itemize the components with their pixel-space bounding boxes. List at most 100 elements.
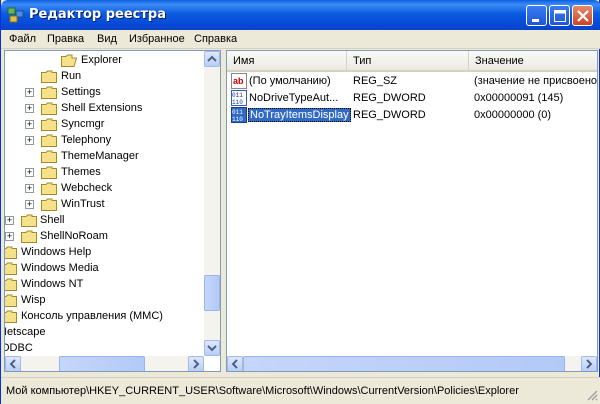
folder-icon (21, 214, 37, 227)
maximize-icon (554, 10, 566, 22)
folder-icon (41, 198, 57, 211)
tree-item-label: ThemeManager (61, 150, 139, 162)
svg-text:110: 110 (232, 116, 243, 123)
scroll-up-button[interactable] (204, 51, 220, 67)
folder-icon (21, 230, 37, 243)
tree-item-label: ShellNoRoam (40, 230, 108, 242)
regedit-icon (7, 7, 24, 23)
close-button[interactable] (572, 5, 593, 26)
list-horizontal-scrollbar[interactable] (227, 356, 597, 371)
svg-text:110: 110 (232, 99, 243, 106)
expand-toggle[interactable]: + (25, 136, 34, 145)
svg-text:011: 011 (232, 109, 243, 116)
tree-horizontal-scrollbar[interactable] (5, 356, 204, 371)
folder-icon (5, 262, 17, 275)
folder-icon (5, 246, 17, 259)
open-folder-icon (61, 54, 77, 67)
value-row[interactable]: ab (По умолчанию) REG_SZ (значение не пр… (231, 73, 598, 90)
tree-item-label: Netscape (5, 326, 46, 338)
column-header-name[interactable]: Имя (227, 51, 347, 72)
value-row-selected[interactable]: 011 110 NoTrayItemsDisplay REG_DWORD 0x0… (231, 107, 597, 124)
value-data: 0x00000091 (145) (474, 92, 564, 104)
binary-value-icon: 011 110 (231, 90, 247, 106)
svg-text:011: 011 (232, 92, 243, 99)
value-name: NoTrayItemsDisplay (248, 108, 351, 122)
value-type: REG_DWORD (353, 92, 426, 104)
menu-view[interactable]: Вид (97, 33, 117, 45)
scroll-thumb[interactable] (243, 356, 565, 371)
tree-item-label: Shell (40, 214, 65, 226)
status-bar: Мой компьютер\HKEY_CURRENT_USER\Software… (1, 377, 600, 404)
folder-icon (41, 182, 57, 195)
expand-toggle[interactable]: + (25, 120, 34, 129)
folder-icon (5, 294, 17, 307)
scroll-thumb[interactable] (59, 356, 145, 371)
tree-vertical-scrollbar[interactable] (204, 51, 220, 356)
chevron-right-icon (586, 359, 593, 369)
expand-toggle[interactable]: + (25, 168, 34, 177)
folder-icon (41, 102, 57, 115)
menu-file[interactable]: Файл (9, 33, 36, 45)
folder-icon (41, 118, 57, 131)
value-name: (По умолчанию) (249, 75, 331, 87)
value-type: REG_SZ (353, 75, 398, 87)
expand-toggle[interactable]: + (5, 232, 14, 241)
tree-item-label: Themes (61, 166, 101, 178)
scroll-down-button[interactable] (204, 340, 220, 356)
folder-icon (41, 150, 57, 163)
folder-icon (41, 86, 57, 99)
value-row[interactable]: 011 110 NoDriveTypeAut... REG_DWORD 0x00… (231, 90, 597, 107)
scroll-right-button[interactable] (188, 356, 204, 371)
resize-grip-icon[interactable] (586, 389, 598, 401)
binary-value-icon: 011 110 (231, 107, 247, 123)
scroll-left-button[interactable] (227, 356, 243, 371)
menu-edit[interactable]: Правка (47, 33, 84, 45)
expand-toggle[interactable]: + (25, 104, 34, 113)
value-data: (значение не присвоено) (474, 75, 598, 87)
values-list-pane[interactable]: Имя Тип Значение ab (По умолчанию) REG_S… (226, 50, 598, 372)
menu-help[interactable]: Справка (194, 33, 237, 45)
tree-item-label: Shell Extensions (61, 102, 143, 114)
svg-text:ab: ab (233, 76, 244, 86)
tree-item-label: Run (61, 70, 82, 82)
value-name: NoDriveTypeAut... (249, 92, 339, 104)
tree-item-label: Консоль управления (MMC) (21, 310, 163, 322)
folder-icon (41, 70, 57, 83)
folder-icon (41, 166, 57, 179)
folder-icon (5, 310, 17, 323)
tree-item-label: Webcheck (61, 182, 113, 194)
column-header-value[interactable]: Значение (469, 51, 597, 72)
scroll-thumb[interactable] (204, 275, 220, 311)
title-bar[interactable]: Редактор реестра (1, 0, 600, 30)
tree-item-label: Settings (61, 86, 101, 98)
registry-editor-window: Редактор реестра Файл Правка Вид Избранн… (0, 0, 600, 404)
folder-icon (5, 278, 17, 291)
chevron-up-icon (207, 55, 217, 62)
minimize-button[interactable] (526, 5, 547, 26)
chevron-right-icon (193, 359, 200, 369)
maximize-button[interactable] (549, 5, 570, 26)
value-type: REG_DWORD (353, 109, 426, 121)
tree-item-label: Wisp (21, 294, 46, 306)
tree-item-label: Windows Help (21, 246, 92, 258)
scroll-right-button[interactable] (581, 356, 597, 371)
tree-item-label: Telephony (61, 134, 112, 146)
expand-toggle[interactable]: + (25, 184, 34, 193)
expand-toggle[interactable]: + (25, 200, 34, 209)
chevron-down-icon (207, 345, 217, 352)
close-icon (577, 10, 589, 22)
key-tree-pane[interactable]: Explorer Run + Settings + Shell Extensio… (4, 50, 221, 372)
tree-item-label: Syncmgr (61, 118, 105, 130)
column-header-type[interactable]: Тип (347, 51, 469, 72)
value-data: 0x00000000 (0) (474, 109, 552, 121)
tree-item-label: Explorer (81, 54, 122, 66)
folder-icon (41, 134, 57, 147)
minimize-icon (532, 19, 539, 22)
expand-toggle[interactable]: + (5, 216, 14, 225)
key-path: Мой компьютер\HKEY_CURRENT_USER\Software… (6, 385, 519, 397)
scroll-left-button[interactable] (5, 356, 21, 371)
chevron-left-icon (231, 359, 238, 369)
window-title: Редактор реестра (29, 7, 166, 22)
menu-favorites[interactable]: Избранное (129, 33, 185, 45)
expand-toggle[interactable]: + (25, 88, 34, 97)
